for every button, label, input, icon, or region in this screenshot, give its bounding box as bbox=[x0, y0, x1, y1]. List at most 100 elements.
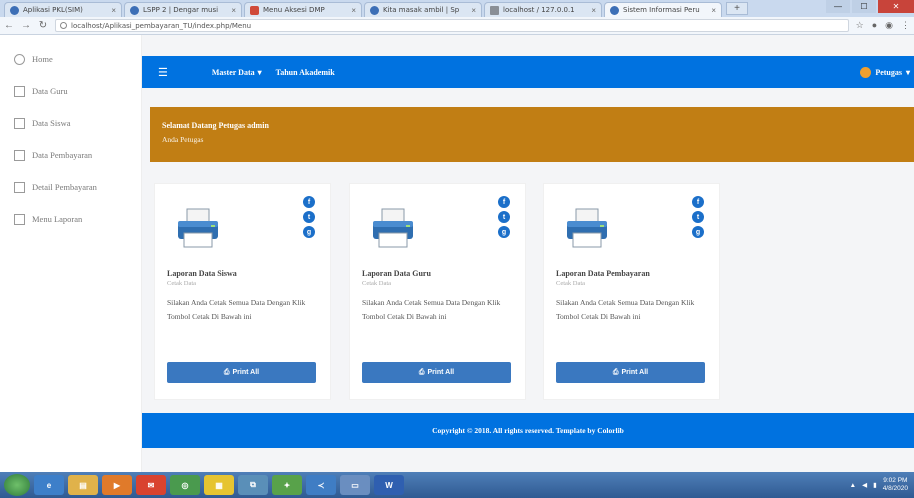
facebook-icon[interactable]: f bbox=[303, 196, 315, 208]
browser-tab-strip: Aplikasi PKL(SIM) × LSPP 2 | Dengar musi… bbox=[0, 0, 914, 17]
window-close-button[interactable]: ✕ bbox=[878, 0, 914, 13]
browser-tab-title: LSPP 2 | Dengar musi bbox=[143, 6, 219, 14]
nav-tahun-akademik[interactable]: Tahun Akademik bbox=[276, 68, 335, 77]
database-icon bbox=[490, 5, 499, 15]
avatar bbox=[860, 66, 872, 78]
hamburger-icon[interactable]: ☰ bbox=[158, 66, 168, 79]
footer: Copyright © 2018. All rights reserved. T… bbox=[142, 413, 914, 448]
sidebar-item-data-guru[interactable]: Data Guru bbox=[0, 75, 141, 107]
url-text: localhost/Aplikasi_pembayaran_TU/index.p… bbox=[71, 21, 252, 30]
card-subtitle: Cetak Data bbox=[167, 280, 197, 287]
twitter-icon[interactable]: t bbox=[303, 211, 315, 223]
reload-icon[interactable]: ↻ bbox=[38, 20, 48, 31]
print-all-label: Print All bbox=[427, 369, 455, 376]
facebook-icon[interactable]: f bbox=[498, 196, 510, 208]
nav-master-data[interactable]: Master Data ▾ bbox=[212, 68, 262, 77]
mail-app-icon[interactable]: ✉ bbox=[136, 475, 166, 495]
sidebar-item-home[interactable]: Home bbox=[0, 43, 141, 75]
social-links: f t g bbox=[303, 196, 315, 238]
network-icon[interactable]: ▲ bbox=[850, 482, 856, 489]
money-icon bbox=[14, 149, 25, 161]
sidebar-item-data-pembayaran[interactable]: Data Pembayaran bbox=[0, 139, 141, 171]
report-card-pembayaran: f t g Laporan Data Pembayaran Cetak Data… bbox=[543, 183, 720, 400]
system-tray: ▲ ◀ ▮ 9:02 PM 4/8/2020 bbox=[850, 477, 914, 493]
maximize-button[interactable]: ☐ bbox=[852, 0, 876, 13]
extension-icon[interactable]: ● bbox=[872, 20, 877, 31]
footer-copyright: Copyright © 2018. All rights reserved. T… bbox=[432, 426, 624, 435]
card-description: Silakan Anda Cetak Semua Data Dengan Kli… bbox=[167, 298, 306, 321]
google-icon[interactable]: g bbox=[303, 226, 315, 238]
browser-tab-active[interactable]: Sistem Informasi Peru × bbox=[604, 2, 722, 17]
close-icon[interactable]: × bbox=[351, 6, 356, 15]
spreadsheet-icon[interactable]: ✦ bbox=[272, 475, 302, 495]
start-button[interactable] bbox=[4, 474, 30, 496]
globe-icon bbox=[130, 5, 139, 15]
browser-tab[interactable]: Kita masak ambil | Sp × bbox=[364, 2, 482, 17]
browser-tab[interactable]: LSPP 2 | Dengar musi × bbox=[124, 2, 242, 17]
globe-icon bbox=[370, 5, 379, 15]
folder-icon[interactable]: ▤ bbox=[68, 475, 98, 495]
browser-tab[interactable]: Aplikasi PKL(SIM) × bbox=[4, 2, 122, 17]
facebook-icon[interactable]: f bbox=[692, 196, 704, 208]
twitter-icon[interactable]: t bbox=[692, 211, 704, 223]
home-icon bbox=[14, 53, 25, 65]
media-player-icon[interactable]: ▶ bbox=[102, 475, 132, 495]
user-icon bbox=[14, 85, 25, 97]
sidebar-item-label: Menu Laporan bbox=[32, 214, 83, 224]
sidebar-item-detail-pembayaran[interactable]: Detail Pembayaran bbox=[0, 171, 141, 203]
chrome-icon[interactable]: ◎ bbox=[170, 475, 200, 495]
printer-icon bbox=[567, 208, 607, 248]
close-icon[interactable]: × bbox=[471, 6, 476, 15]
clock[interactable]: 9:02 PM 4/8/2020 bbox=[883, 477, 908, 493]
twitter-icon[interactable]: t bbox=[498, 211, 510, 223]
close-icon[interactable]: × bbox=[111, 6, 116, 15]
close-icon[interactable]: × bbox=[711, 6, 716, 15]
social-links: f t g bbox=[692, 196, 704, 238]
browser-tab-title: Sistem Informasi Peru bbox=[623, 6, 700, 14]
browser-actions: ☆ ● ◉ ⋮ bbox=[856, 20, 910, 31]
profile-icon[interactable]: ◉ bbox=[885, 20, 893, 31]
volume-icon[interactable]: ◀ bbox=[862, 481, 867, 489]
google-icon[interactable]: g bbox=[692, 226, 704, 238]
ie-icon[interactable]: e bbox=[34, 475, 64, 495]
print-all-label: Print All bbox=[232, 369, 260, 376]
document-icon bbox=[14, 181, 25, 193]
browser-tab[interactable]: Menu Aksesi DMP × bbox=[244, 2, 362, 17]
print-icon: ⎙ bbox=[612, 368, 619, 376]
browser-tab[interactable]: localhost / 127.0.0.1 × bbox=[484, 2, 602, 17]
google-icon[interactable]: g bbox=[498, 226, 510, 238]
sidebar-item-label: Data Guru bbox=[32, 86, 68, 96]
sidebar-item-menu-laporan[interactable]: Menu Laporan bbox=[0, 203, 141, 235]
close-icon[interactable]: × bbox=[591, 6, 596, 15]
menu-icon[interactable]: ⋮ bbox=[901, 20, 910, 31]
sidebar-item-label: Home bbox=[32, 54, 53, 64]
notes-icon[interactable]: ▦ bbox=[204, 475, 234, 495]
chevron-down-icon: ▾ bbox=[257, 67, 262, 77]
explorer-icon[interactable]: ▭ bbox=[340, 475, 370, 495]
minimize-button[interactable]: — bbox=[826, 0, 850, 13]
print-all-button[interactable]: ⎙ Print All bbox=[556, 362, 705, 383]
forward-icon[interactable]: → bbox=[21, 20, 31, 31]
card-description: Silakan Anda Cetak Semua Data Dengan Kli… bbox=[362, 298, 501, 321]
clock-time: 9:02 PM bbox=[883, 477, 908, 484]
word-icon[interactable]: W bbox=[374, 475, 404, 495]
banner-subtitle: Anda Petugas bbox=[162, 135, 204, 144]
new-tab-button[interactable]: + bbox=[726, 2, 748, 15]
sidebar-item-data-siswa[interactable]: Data Siswa bbox=[0, 107, 141, 139]
battery-icon[interactable]: ▮ bbox=[873, 481, 877, 489]
social-links: f t g bbox=[498, 196, 510, 238]
nav-master-data-label: Master Data bbox=[211, 67, 255, 77]
close-icon[interactable]: × bbox=[231, 6, 236, 15]
star-icon[interactable]: ☆ bbox=[856, 20, 864, 31]
print-all-button[interactable]: ⎙ Print All bbox=[167, 362, 316, 383]
user-menu[interactable]: Petugas ▾ bbox=[860, 66, 910, 78]
vscode-icon[interactable]: ≺ bbox=[306, 475, 336, 495]
back-icon[interactable]: ← bbox=[4, 20, 14, 31]
card-subtitle: Cetak Data bbox=[362, 280, 392, 287]
network-app-icon[interactable]: ⧉ bbox=[238, 475, 268, 495]
print-all-button[interactable]: ⎙ Print All bbox=[362, 362, 511, 383]
url-input[interactable]: localhost/Aplikasi_pembayaran_TU/index.p… bbox=[55, 19, 849, 32]
card-title: Laporan Data Siswa bbox=[167, 269, 237, 278]
card-subtitle: Cetak Data bbox=[556, 280, 586, 287]
browser-tab-title: Menu Aksesi DMP bbox=[263, 6, 325, 14]
